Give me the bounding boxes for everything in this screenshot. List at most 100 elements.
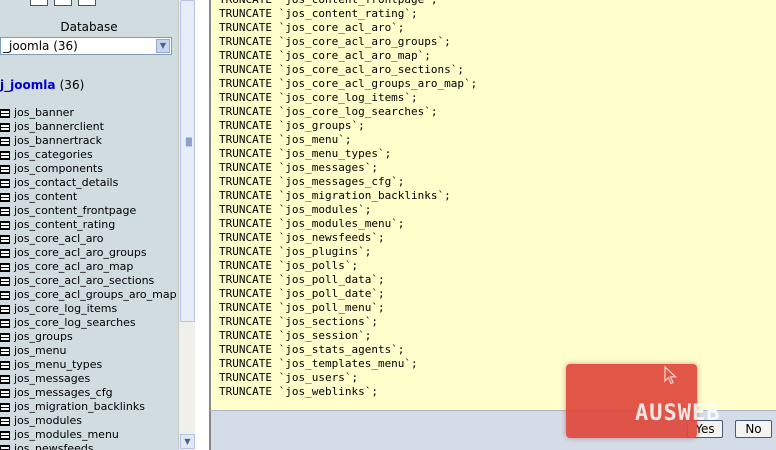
sql-line: TRUNCATE `jos_migration_backlinks`; [219,189,451,202]
scrollbar-thumb[interactable]: ▬ ▬ ▬ [180,0,195,322]
table-icon[interactable] [0,304,10,314]
table-icon[interactable] [0,122,10,132]
table-name[interactable]: jos_components [14,162,103,176]
table-list-item[interactable]: jos_banner [0,106,177,120]
table-name[interactable]: jos_newsfeeds [14,442,94,450]
table-list-item[interactable]: jos_core_acl_aro [0,232,177,246]
home-icon[interactable] [30,0,48,6]
table-list-item[interactable]: jos_content_rating [0,218,177,232]
table-icon[interactable] [0,178,10,188]
table-name[interactable]: jos_messages_cfg [14,386,113,400]
table-name[interactable]: jos_bannertrack [14,134,102,148]
table-icon[interactable] [0,150,10,160]
table-name[interactable]: jos_content_frontpage [14,204,136,218]
table-name[interactable]: jos_core_acl_aro_groups [14,246,147,260]
table-icon[interactable] [0,164,10,174]
table-icon[interactable] [0,374,10,384]
sql-line: TRUNCATE `jos_poll_date`; [219,287,385,300]
table-icon[interactable] [0,234,10,244]
ausweb-logo: AUSWEB [635,401,720,424]
table-name[interactable]: jos_core_acl_aro_sections [14,274,154,288]
database-select[interactable]: _joomla (36) ▼ [0,37,172,55]
table-list-item[interactable]: jos_core_acl_aro_map [0,260,177,274]
chevron-down-icon[interactable]: ▼ [156,39,170,53]
sql-line: TRUNCATE `jos_core_acl_aro_groups`; [219,35,451,48]
table-name[interactable]: jos_menu [14,344,66,358]
table-list-item[interactable]: jos_menu_types [0,358,177,372]
docs-icon[interactable] [78,0,96,6]
table-list-item[interactable]: jos_content [0,190,177,204]
table-icon[interactable] [0,360,10,370]
table-name[interactable]: jos_menu_types [14,358,102,372]
table-name[interactable]: jos_core_acl_aro_map [14,260,133,274]
table-name[interactable]: jos_bannerclient [14,120,104,134]
table-list-item[interactable]: jos_bannertrack [0,134,177,148]
table-icon[interactable] [0,346,10,356]
table-icon[interactable] [0,430,10,440]
logo-text: AUSWEB [635,401,720,424]
table-list-item[interactable]: jos_core_acl_aro_groups [0,246,177,260]
sql-line: TRUNCATE `jos_core_log_items`; [219,91,418,104]
table-icon[interactable] [0,332,10,342]
scroll-down-icon[interactable]: ▼ [180,434,195,449]
table-name[interactable]: jos_modules [14,414,82,428]
table-list-item[interactable]: jos_groups [0,330,177,344]
table-name[interactable]: jos_messages [14,372,90,386]
navigation-panel: Database _joomla (36) ▼ j_joomla (36) jo… [0,0,178,450]
table-icon[interactable] [0,388,10,398]
table-icon[interactable] [0,248,10,258]
table-icon[interactable] [0,402,10,412]
database-name-link[interactable]: j_joomla [0,78,55,92]
sql-line: TRUNCATE `jos_sections`; [219,315,378,328]
table-list-item[interactable]: jos_modules [0,414,177,428]
table-list-item[interactable]: jos_core_log_searches [0,316,177,330]
query-window-icon[interactable] [54,0,72,6]
table-list-item[interactable]: jos_newsfeeds [0,442,177,450]
table-list-item[interactable]: jos_bannerclient [0,120,177,134]
table-list-item[interactable]: jos_core_acl_groups_aro_map [0,288,177,302]
table-list-item[interactable]: jos_menu [0,344,177,358]
sql-line: TRUNCATE `jos_content_rating`; [219,7,418,20]
table-list-item[interactable]: jos_migration_backlinks [0,400,177,414]
table-list-item[interactable]: jos_content_frontpage [0,204,177,218]
sql-line: TRUNCATE `jos_weblinks`; [219,385,378,398]
table-list-item[interactable]: jos_components [0,162,177,176]
table-list-item[interactable]: jos_categories [0,148,177,162]
table-icon[interactable] [0,416,10,426]
table-icon[interactable] [0,108,10,118]
table-name[interactable]: jos_contact_details [14,176,118,190]
database-table-count: (36) [59,78,85,92]
table-name[interactable]: jos_modules_menu [14,428,119,442]
nav-scrollbar[interactable]: ▬ ▬ ▬ ▼ [178,0,195,450]
table-name[interactable]: jos_content [14,190,77,204]
table-icon[interactable] [0,444,10,450]
table-list: jos_banner jos_bannerclient jos_bannertrac… [0,106,177,450]
table-name[interactable]: jos_banner [14,106,74,120]
table-name[interactable]: jos_core_acl_groups_aro_map [14,288,177,302]
sql-line: TRUNCATE `jos_core_acl_aro_sections`; [219,63,465,76]
sql-line: TRUNCATE `jos_session`; [219,329,372,342]
table-name[interactable]: jos_core_log_items [14,302,117,316]
table-icon[interactable] [0,262,10,272]
mouse-cursor-icon [664,366,678,385]
sql-lines: TRUNCATE `jos_content_frontpage`;TRUNCAT… [219,0,477,399]
table-list-item[interactable]: jos_core_log_items [0,302,177,316]
table-name[interactable]: jos_core_acl_aro [14,232,103,246]
table-icon[interactable] [0,136,10,146]
table-name[interactable]: jos_categories [14,148,93,162]
table-list-item[interactable]: jos_contact_details [0,176,177,190]
table-icon[interactable] [0,206,10,216]
table-icon[interactable] [0,290,10,300]
table-name[interactable]: jos_content_rating [14,218,115,232]
table-icon[interactable] [0,276,10,286]
table-name[interactable]: jos_migration_backlinks [14,400,145,414]
table-list-item[interactable]: jos_messages_cfg [0,386,177,400]
table-icon[interactable] [0,192,10,202]
table-list-item[interactable]: jos_core_acl_aro_sections [0,274,177,288]
table-list-item[interactable]: jos_modules_menu [0,428,177,442]
table-name[interactable]: jos_core_log_searches [14,316,136,330]
table-name[interactable]: jos_groups [14,330,73,344]
table-icon[interactable] [0,318,10,328]
table-icon[interactable] [0,220,10,230]
table-list-item[interactable]: jos_messages [0,372,177,386]
